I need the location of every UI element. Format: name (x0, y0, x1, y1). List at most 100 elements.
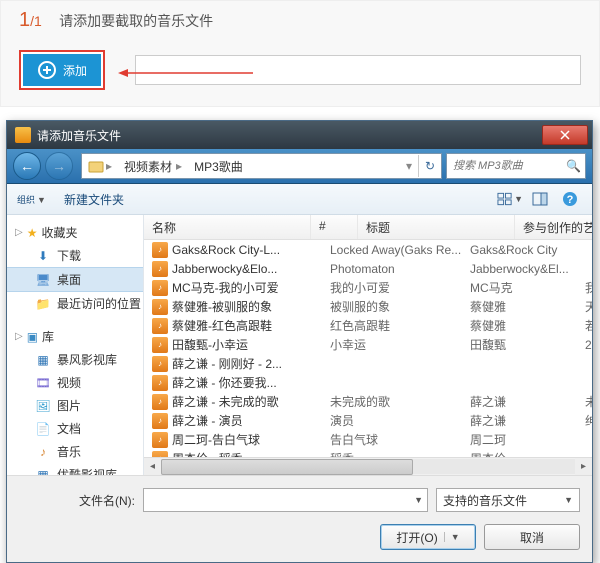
col-number[interactable]: # (311, 215, 358, 239)
file-row[interactable]: ♪薛之谦 - 你还要我... (144, 373, 592, 392)
horizontal-scrollbar[interactable]: ◂ ▸ (144, 457, 592, 475)
sidebar-item[interactable]: 🖥桌面 (7, 267, 143, 292)
file-row[interactable]: ♪蔡健雅-红色高跟鞋红色高跟鞋蔡健雅若你碰 (144, 316, 592, 335)
organize-menu[interactable]: 组织▼ (15, 192, 46, 206)
file-row[interactable]: ♪周二珂-告白气球告白气球周二珂【歌单 (144, 430, 592, 449)
disclosure-icon: ▷ (15, 331, 23, 342)
file-artist: 薛之谦 (470, 393, 585, 410)
file-title: 小幸运 (330, 336, 470, 353)
file-title: 被驯服的象 (330, 298, 470, 315)
nav-bar: ← → ▸ 视频素材▸ MP3歌曲 ▾ ↻ 🔍 (7, 149, 592, 184)
scroll-thumb[interactable] (161, 459, 413, 475)
file-row[interactable]: ♪蔡健雅-被驯服的象被驯服的象蔡健雅天使与 (144, 297, 592, 316)
file-name: 薛之谦 - 未完成的歌 (172, 393, 300, 410)
sidebar-library-header[interactable]: ▷▣库 (7, 325, 143, 348)
new-folder-button[interactable]: 新建文件夹 (64, 191, 124, 208)
sidebar-item-label: 最近访问的位置 (57, 295, 141, 312)
file-title: Photomaton (330, 262, 470, 276)
file-row[interactable]: ♪MC马克-我的小可爱我的小可爱MC马克我的小 (144, 278, 592, 297)
audio-file-icon: ♪ (152, 261, 168, 277)
preview-pane-button[interactable] (526, 187, 554, 211)
file-row[interactable]: ♪薛之谦 - 演员演员薛之谦绅士 (144, 411, 592, 430)
scroll-right-button[interactable]: ▸ (575, 458, 592, 475)
add-button[interactable]: 添加 (23, 54, 101, 86)
col-title[interactable]: 标题 (358, 215, 515, 239)
sidebar-item[interactable]: ♪音乐 (7, 440, 143, 463)
col-artist[interactable]: 参与创作的艺术家 (515, 215, 592, 239)
sidebar-favorites-header[interactable]: ▷★收藏夹 (7, 221, 143, 244)
nav-back-button[interactable]: ← (13, 152, 41, 180)
file-artist: Gaks&Rock City (470, 243, 585, 257)
breadcrumb-seg-0[interactable]: 视频素材▸ (118, 158, 188, 175)
top-panel: 1/1 请添加要截取的音乐文件 添加 (0, 0, 600, 107)
file-name: 田馥甄-小幸运 (172, 336, 300, 353)
breadcrumb-dropdown[interactable]: ▾ (400, 159, 418, 173)
search-input[interactable] (451, 159, 566, 173)
view-mode-button[interactable]: ▼ (496, 187, 524, 211)
scroll-left-button[interactable]: ◂ (144, 458, 161, 475)
sidebar-item[interactable]: 📁 最近访问的位置 (7, 292, 143, 315)
close-button[interactable] (542, 125, 588, 145)
file-artist: 蔡健雅 (470, 317, 585, 334)
file-artist: MC马克 (470, 279, 585, 296)
breadcrumb-seg-1[interactable]: MP3歌曲 (188, 158, 249, 175)
preview-icon (532, 192, 548, 206)
file-album: 若你碰 (585, 317, 592, 334)
step-total: 1 (34, 13, 42, 29)
search-box[interactable]: 🔍 (446, 153, 586, 179)
dialog-titlebar[interactable]: 请添加音乐文件 (7, 121, 592, 149)
sidebar-item[interactable]: 🎞视频 (7, 371, 143, 394)
sidebar-item-label: 音乐 (57, 443, 81, 460)
arrow-right-icon: → (52, 158, 66, 174)
breadcrumb-root[interactable]: ▸ (82, 158, 118, 174)
sidebar-item-label: 桌面 (57, 271, 81, 288)
col-name[interactable]: 名称 (144, 215, 311, 239)
file-row[interactable]: ♪田馥甄-小幸运小幸运田馥甄2015国 (144, 335, 592, 354)
sidebar-item-label: 下载 (57, 247, 81, 264)
audio-file-icon: ♪ (152, 432, 168, 448)
file-name: 蔡健雅-红色高跟鞋 (172, 317, 300, 334)
sidebar-item-label: 暴风影视库 (57, 351, 117, 368)
file-name: 周杰伦 - 稻香 (172, 450, 300, 457)
file-name: 蔡健雅-被驯服的象 (172, 298, 300, 315)
file-row[interactable]: ♪薛之谦 - 刚刚好 - 2... (144, 354, 592, 373)
breadcrumb[interactable]: ▸ 视频素材▸ MP3歌曲 ▾ ↻ (81, 153, 442, 179)
refresh-button[interactable]: ↻ (418, 155, 441, 177)
chevron-down-icon: ▼ (564, 495, 573, 505)
file-row[interactable]: ♪Jabberwocky&Elo...PhotomatonJabberwocky… (144, 259, 592, 278)
file-title: 未完成的歌 (330, 393, 470, 410)
open-button[interactable]: 打开(O)▼ (380, 524, 476, 550)
recent-icon: 📁 (35, 296, 51, 312)
file-album: 2015国 (585, 336, 592, 353)
file-artist: Jabberwocky&El... (470, 262, 585, 276)
video-icon: 🎞 (35, 375, 51, 391)
help-button[interactable]: ? (556, 187, 584, 211)
sidebar-item[interactable]: 🖼图片 (7, 394, 143, 417)
file-name: 薛之谦 - 刚刚好 - 2... (172, 355, 300, 372)
file-name: 薛之谦 - 演员 (172, 412, 300, 429)
file-row[interactable]: ♪薛之谦 - 未完成的歌未完成的歌薛之谦未完成 (144, 392, 592, 411)
file-list: 名称 # 标题 参与创作的艺术家 唱片集 ♪Gaks&Rock City-L..… (144, 215, 592, 475)
sidebar-item[interactable]: ⬇下载 (7, 244, 143, 267)
sidebar-item[interactable]: ▦优酷影视库 (7, 463, 143, 475)
add-button-label: 添加 (63, 62, 87, 79)
audio-file-icon: ♪ (152, 299, 168, 315)
filename-label: 文件名(N): (79, 492, 135, 509)
nav-forward-button[interactable]: → (45, 152, 73, 180)
cancel-button[interactable]: 取消 (484, 524, 580, 550)
file-album: 天使与 (585, 298, 592, 315)
file-album: 【歌单 (585, 431, 592, 448)
filetype-filter[interactable]: 支持的音乐文件 ▼ (436, 488, 580, 512)
sidebar-item[interactable]: 📄文档 (7, 417, 143, 440)
file-row[interactable]: ♪Gaks&Rock City-L...Locked Away(Gaks Re.… (144, 240, 592, 259)
file-title: 稻香 (330, 450, 470, 457)
filename-combobox[interactable]: ▼ (143, 488, 428, 512)
step-current: 1 (19, 9, 30, 31)
chevron-down-icon: ▼ (37, 195, 46, 205)
close-icon (560, 130, 570, 140)
sidebar-item[interactable]: ▦暴风影视库 (7, 348, 143, 371)
file-album: 我的小 (585, 279, 592, 296)
file-artist: 薛之谦 (470, 412, 585, 429)
file-row[interactable]: ♪周杰伦 - 稻香稻香周杰伦 (144, 449, 592, 457)
disclosure-icon: ▷ (15, 227, 23, 238)
